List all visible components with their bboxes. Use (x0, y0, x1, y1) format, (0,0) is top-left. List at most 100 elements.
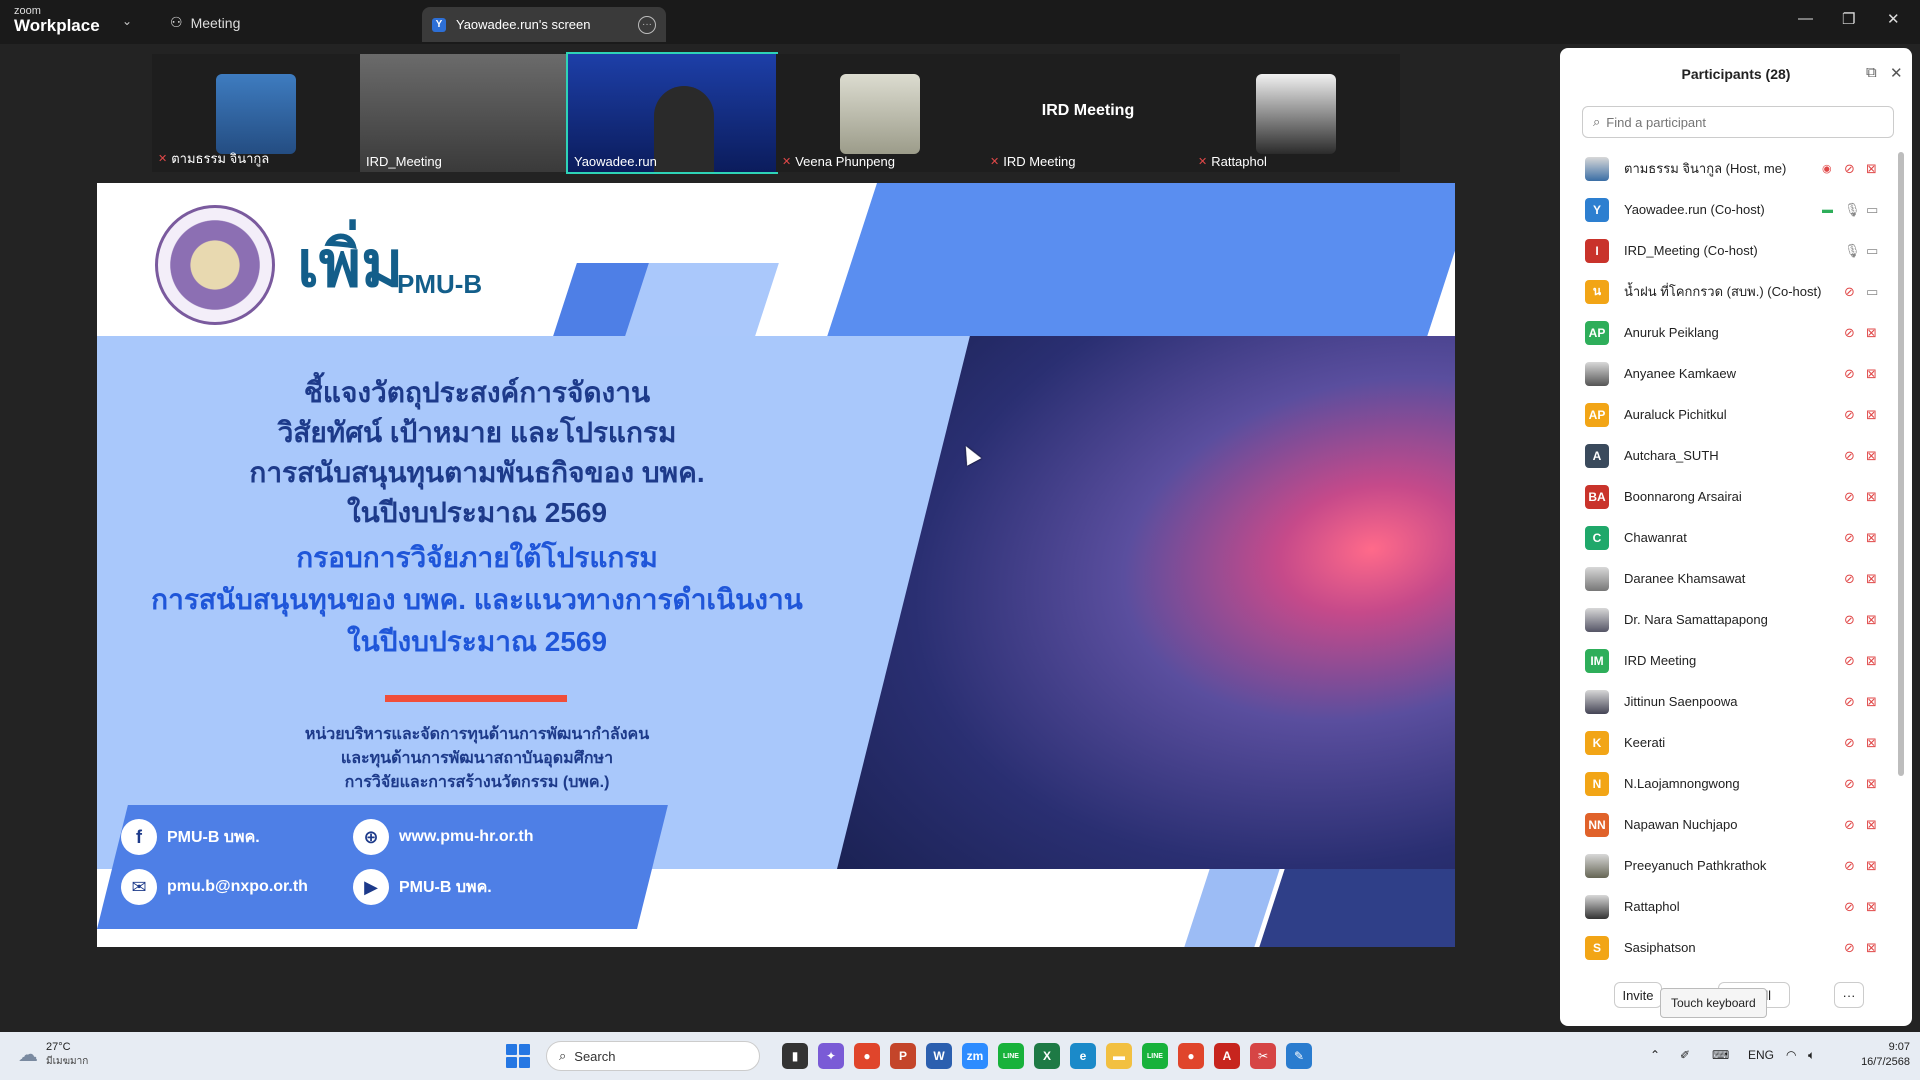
camera-off-icon[interactable]: ⊠ (1866, 530, 1877, 546)
minimize-icon[interactable]: — (1798, 10, 1813, 27)
mic-muted-icon[interactable]: ⊘ (1844, 407, 1855, 423)
close-window-icon[interactable]: ✕ (1887, 10, 1900, 28)
participant-row[interactable]: Dr. Nara Samattapapong ⊘ ⊠ (1560, 599, 1900, 640)
camera-icon[interactable]: ▭ (1866, 202, 1878, 218)
participant-search-input[interactable] (1606, 114, 1867, 130)
mic-muted-icon[interactable]: ⊘ (1844, 776, 1855, 792)
mic-icon[interactable]: 🎙︎ (1844, 243, 1861, 259)
system-clock[interactable]: 9:07 16/7/2568 (1850, 1040, 1910, 1070)
mic-muted-icon[interactable]: ⊘ (1844, 489, 1855, 505)
language-indicator[interactable]: ENG (1748, 1048, 1774, 1062)
volume-icon[interactable]: 🔈︎ (1808, 1048, 1815, 1063)
participant-row[interactable]: S Sasiphatson ⊘ ⊠ (1560, 927, 1900, 968)
camera-off-icon[interactable]: ⊠ (1866, 325, 1877, 341)
shared-screen-tab[interactable]: Y Yaowadee.run's screen ··· (422, 7, 666, 42)
participant-list[interactable]: ตามธรรม จินากูล (Host, me) ◉ ⊘ ⊠ Y Yaowadee.r… (1560, 148, 1900, 1008)
camera-off-icon[interactable]: ⊠ (1866, 899, 1877, 915)
invite-button[interactable]: Invite (1614, 982, 1662, 1008)
zoom-icon[interactable]: zm (962, 1043, 988, 1069)
camera-off-icon[interactable]: ⊠ (1866, 940, 1877, 956)
mic-muted-icon[interactable]: ⊘ (1844, 735, 1855, 751)
video-tile[interactable]: ✕ ตามธรรม จินากูล (152, 54, 360, 172)
participant-row[interactable]: NN Napawan Nuchjapo ⊘ ⊠ (1560, 804, 1900, 845)
mic-muted-icon[interactable]: ⊘ (1844, 694, 1855, 710)
more-options-icon[interactable]: ··· (638, 15, 656, 34)
camera-off-icon[interactable]: ⊠ (1866, 817, 1877, 833)
video-tile[interactable]: ✕ Rattaphol (1192, 54, 1400, 172)
participant-row[interactable]: BA Boonnarong Arsairai ⊘ ⊠ (1560, 476, 1900, 517)
camera-off-icon[interactable]: ⊠ (1866, 161, 1877, 177)
line-icon[interactable]: LINE (998, 1043, 1024, 1069)
wifi-icon[interactable]: ◠ (1786, 1048, 1796, 1062)
paint-icon[interactable]: ✎ (1286, 1043, 1312, 1069)
chevron-up-icon[interactable]: ⌃ (1650, 1048, 1660, 1062)
participant-row[interactable]: Anyanee Kamkaew ⊘ ⊠ (1560, 353, 1900, 394)
pop-out-icon[interactable]: ⧉ (1866, 64, 1877, 81)
participant-row[interactable]: I IRD_Meeting (Co-host) 🎙︎ ▭ (1560, 230, 1900, 271)
participant-row[interactable]: AP Anuruk Peiklang ⊘ ⊠ (1560, 312, 1900, 353)
mic-muted-icon[interactable]: ⊘ (1844, 899, 1855, 915)
snipping-icon[interactable]: ✂ (1250, 1043, 1276, 1069)
mic-muted-icon[interactable]: ⊘ (1844, 325, 1855, 341)
mic-muted-icon[interactable]: ⊘ (1844, 858, 1855, 874)
close-panel-icon[interactable]: ✕ (1890, 64, 1903, 82)
mic-muted-icon[interactable]: ⊘ (1844, 612, 1855, 628)
camera-off-icon[interactable]: ⊠ (1866, 489, 1877, 505)
camera-off-icon[interactable]: ⊠ (1866, 366, 1877, 382)
taskbar-search[interactable]: ⌕ Search (546, 1041, 760, 1071)
camera-off-icon[interactable]: ⊠ (1866, 858, 1877, 874)
weather-widget[interactable]: ☁ 27°C มีเมฆมาก (18, 1040, 88, 1069)
mic-muted-icon[interactable]: ⊘ (1844, 448, 1855, 464)
participant-row[interactable]: Daranee Khamsawat ⊘ ⊠ (1560, 558, 1900, 599)
mic-muted-icon[interactable]: ⊘ (1844, 161, 1855, 177)
participant-row[interactable]: น น้ำฝน ที่โคกกรวด (สบพ.) (Co-host) ⊘ ▭ (1560, 271, 1900, 312)
participant-row[interactable]: N N.Laojamnongwong ⊘ ⊠ (1560, 763, 1900, 804)
word-icon[interactable]: W (926, 1043, 952, 1069)
participant-row[interactable]: AP Auraluck Pichitkul ⊘ ⊠ (1560, 394, 1900, 435)
chevron-down-icon[interactable]: ⌄ (122, 14, 132, 28)
mic-icon[interactable]: 🎙︎ (1844, 202, 1861, 218)
restore-icon[interactable]: ❐ (1842, 10, 1855, 28)
more-options-button[interactable]: ··· (1834, 982, 1864, 1008)
participant-row[interactable]: Preeyanuch Pathkrathok ⊘ ⊠ (1560, 845, 1900, 886)
camera-off-icon[interactable]: ⊠ (1866, 612, 1877, 628)
mic-muted-icon[interactable]: ⊘ (1844, 653, 1855, 669)
camera-off-icon[interactable]: ⊠ (1866, 776, 1877, 792)
participant-search[interactable]: ⌕ (1582, 106, 1894, 138)
mic-muted-icon[interactable]: ⊘ (1844, 940, 1855, 956)
participant-row[interactable]: C Chawanrat ⊘ ⊠ (1560, 517, 1900, 558)
video-tile[interactable]: IRD Meeting ✕ IRD Meeting (984, 54, 1192, 172)
participant-row[interactable]: ตามธรรม จินากูล (Host, me) ◉ ⊘ ⊠ (1560, 148, 1900, 189)
mic-muted-icon[interactable]: ⊘ (1844, 817, 1855, 833)
touch-keyboard-icon[interactable]: ⌨ (1712, 1048, 1729, 1062)
participant-row[interactable]: Rattaphol ⊘ ⊠ (1560, 886, 1900, 927)
participant-row[interactable]: IM IRD Meeting ⊘ ⊠ (1560, 640, 1900, 681)
camera-icon[interactable]: ▭ (1866, 243, 1878, 259)
camera-off-icon[interactable]: ⊠ (1866, 448, 1877, 464)
video-tile[interactable]: IRD_Meeting (360, 54, 568, 172)
camera-off-icon[interactable]: ⊠ (1866, 653, 1877, 669)
mic-muted-icon[interactable]: ⊘ (1844, 571, 1855, 587)
camera-off-icon[interactable]: ⊠ (1866, 694, 1877, 710)
participant-list-scrollbar[interactable] (1898, 152, 1904, 776)
chrome-icon[interactable]: ● (854, 1043, 880, 1069)
video-tile-active-speaker[interactable]: Yaowadee.run (566, 52, 778, 174)
mic-muted-icon[interactable]: ⊘ (1844, 284, 1855, 300)
participant-row[interactable]: Y Yaowadee.run (Co-host) ▬ 🎙︎ ▭ (1560, 189, 1900, 230)
folder-icon[interactable]: ▬ (1106, 1043, 1132, 1069)
meeting-menu[interactable]: ⚇ Meeting (170, 14, 240, 31)
zoom-workplace-logo[interactable]: zoom Workplace (14, 6, 100, 35)
acrobat-icon[interactable]: A (1214, 1043, 1240, 1069)
pen-icon[interactable]: ✐ (1680, 1048, 1690, 1062)
chrome2-icon[interactable]: ● (1178, 1043, 1204, 1069)
file-explorer-dark-icon[interactable]: ▮ (782, 1043, 808, 1069)
copilot-icon[interactable]: ✦ (818, 1043, 844, 1069)
mic-muted-icon[interactable]: ⊘ (1844, 530, 1855, 546)
camera-icon[interactable]: ▭ (1866, 284, 1878, 300)
camera-off-icon[interactable]: ⊠ (1866, 407, 1877, 423)
edge-icon[interactable]: e (1070, 1043, 1096, 1069)
camera-off-icon[interactable]: ⊠ (1866, 735, 1877, 751)
video-tile[interactable]: ✕ Veena Phunpeng (776, 54, 984, 172)
windows-start-icon[interactable] (506, 1044, 530, 1068)
participant-row[interactable]: Jittinun Saenpoowa ⊘ ⊠ (1560, 681, 1900, 722)
